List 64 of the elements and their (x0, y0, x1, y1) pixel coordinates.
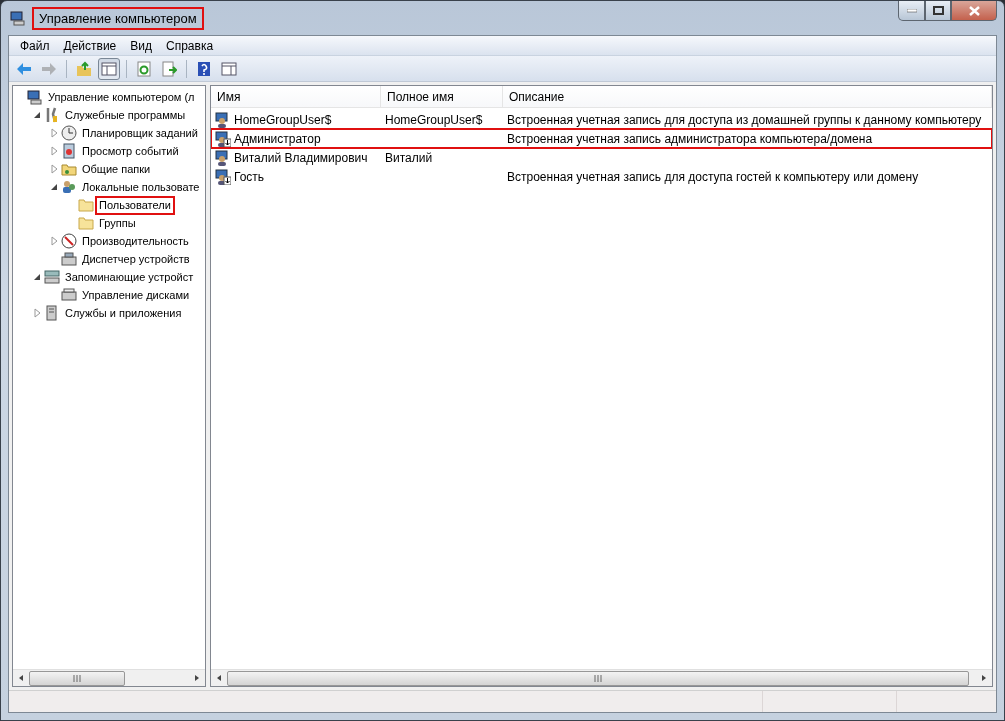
perf-icon (61, 233, 77, 249)
window-title: Управление компьютером (32, 6, 204, 30)
column-header[interactable]: Полное имя (381, 86, 503, 107)
scrollbar-thumb[interactable] (29, 670, 125, 686)
devices-icon (61, 251, 77, 267)
menu-item[interactable]: Справка (159, 38, 221, 53)
refresh-icon (136, 60, 152, 77)
storage-icon (44, 269, 60, 285)
close-button[interactable] (951, 1, 997, 21)
menu-item[interactable]: Файл (13, 38, 57, 53)
shared-icon (61, 161, 77, 177)
maximize-button[interactable] (925, 1, 951, 21)
folder-up-icon (76, 60, 92, 77)
tree-item[interactable]: Группы (97, 215, 138, 231)
column-header[interactable]: Описание (503, 86, 992, 107)
minimize-button[interactable] (898, 1, 925, 21)
description: Встроенная учетная запись администратора компьютера/домена (507, 131, 873, 146)
menu-item[interactable]: Вид (123, 38, 159, 53)
user-name: Виталий Владимирович (234, 150, 368, 165)
tree-item[interactable]: Просмотр событий (80, 143, 181, 159)
tree-button[interactable] (98, 57, 120, 80)
folder-icon (78, 215, 94, 231)
menu-item[interactable]: Действие (56, 38, 124, 53)
tree-item[interactable]: Диспетчер устройств (80, 251, 192, 267)
export-icon (161, 60, 177, 77)
tree-item[interactable]: Пользователи (97, 197, 173, 213)
minimize-icon (906, 8, 917, 13)
forward-arrow-icon (41, 60, 57, 77)
user-row[interactable]: HomeGroupUser$ HomeGroupUser$ Встроенная учетная запись для доступа из домашней группы к данному компьютеру (211, 110, 992, 129)
maximize-icon (932, 6, 944, 15)
description: Встроенная учетная запись для доступа гостей к компьютеру или домену (507, 169, 919, 184)
disk-icon (61, 287, 77, 303)
clock-icon (61, 125, 77, 141)
user-name: HomeGroupUser$ (234, 112, 332, 127)
help-icon (196, 60, 212, 77)
services-icon (44, 305, 60, 321)
tree-item[interactable]: Управление дисками (80, 287, 192, 303)
computer-icon (27, 89, 43, 105)
tree-item[interactable]: Служебные программы (63, 107, 188, 123)
grip-icon (73, 674, 81, 682)
user-name: Гость (234, 169, 265, 184)
tree-item[interactable]: Общие папки (80, 161, 153, 177)
panel-icon (101, 60, 117, 77)
description: Встроенная учетная запись для доступа из домашней группы к данному компьютеру (507, 112, 982, 127)
panel-icon (221, 60, 237, 77)
tree-item[interactable]: Локальные пользовате (80, 179, 202, 195)
column-header[interactable]: Имя (211, 86, 381, 107)
tree-item[interactable]: Управление компьютером (л (46, 89, 197, 105)
grip-icon (593, 674, 602, 682)
tools-icon (44, 107, 60, 123)
tree-item[interactable]: Запоминающие устройст (63, 269, 196, 285)
full-name: Виталий (385, 150, 433, 165)
users-icon (61, 179, 77, 195)
full-name: HomeGroupUser$ (385, 112, 483, 127)
tree-item[interactable]: Планировщик заданий (80, 125, 200, 141)
user-name: Администратор (234, 131, 321, 146)
tree-item[interactable]: Службы и приложения (63, 305, 184, 321)
events-icon (61, 143, 77, 159)
tree-item[interactable]: Производительность (80, 233, 191, 249)
user-row[interactable]: Виталий Владимирович Виталий (211, 148, 992, 167)
folder-icon (78, 197, 94, 213)
horizontal-scrollbar[interactable] (13, 669, 205, 686)
close-icon (968, 5, 980, 16)
computer-icon (10, 10, 26, 26)
